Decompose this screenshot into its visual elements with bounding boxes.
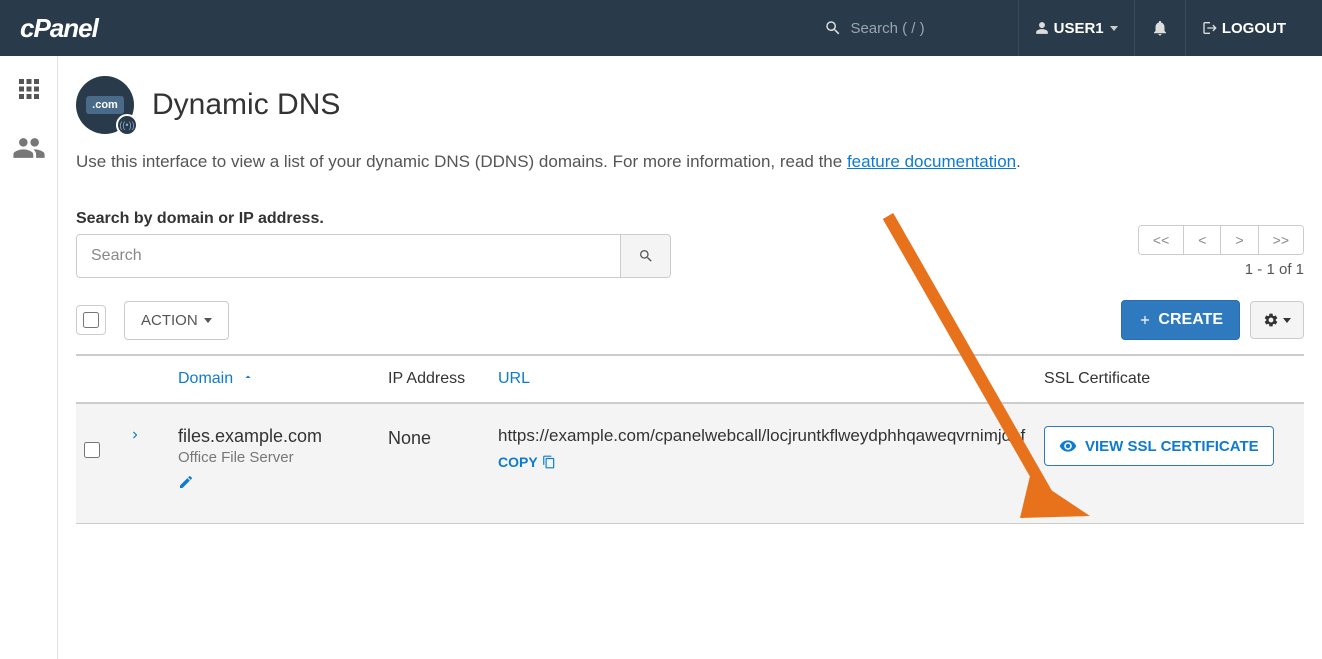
select-all-checkbox[interactable]	[83, 312, 99, 328]
page-header: .com ((•)) Dynamic DNS	[76, 76, 1304, 134]
user-icon	[1035, 21, 1049, 35]
global-search-input[interactable]	[850, 20, 1010, 37]
pagination-last[interactable]: >>	[1259, 226, 1303, 254]
pagination-prev[interactable]: <	[1184, 226, 1221, 254]
select-all-wrap[interactable]	[76, 305, 106, 335]
pagination-first[interactable]: <<	[1139, 226, 1184, 254]
copy-url-button[interactable]: COPY	[498, 454, 1044, 470]
pagination-next[interactable]: >	[1221, 226, 1258, 254]
expand-row-button[interactable]	[128, 426, 142, 446]
action-bar: ACTION CREATE	[76, 300, 1304, 356]
page-icon: .com ((•))	[76, 76, 134, 134]
action-dropdown-label: ACTION	[141, 312, 198, 329]
copy-label: COPY	[498, 454, 538, 470]
logout-icon	[1202, 20, 1218, 36]
page-icon-label: .com	[86, 96, 124, 114]
user-label: USER1	[1054, 20, 1104, 37]
row-checkbox[interactable]	[84, 442, 100, 458]
user-menu[interactable]: USER1	[1018, 0, 1133, 56]
domain-description: Office File Server	[178, 449, 388, 466]
intro-suffix: .	[1016, 152, 1021, 171]
sidebar-users-button[interactable]	[12, 131, 46, 170]
page-icon-badge: ((•))	[116, 114, 138, 136]
sort-asc-icon	[242, 371, 254, 383]
column-header-url[interactable]: URL	[498, 370, 530, 387]
domain-search-input[interactable]	[76, 234, 621, 278]
chevron-right-icon	[128, 428, 142, 442]
domains-table: Domain IP Address URL SSL Certificate fi…	[76, 356, 1304, 524]
search-section: Search by domain or IP address.	[76, 210, 671, 278]
pagination-controls: << < > >>	[1138, 225, 1304, 255]
sidebar-apps-button[interactable]	[14, 74, 44, 109]
pagination-section: << < > >> 1 - 1 of 1	[1138, 225, 1304, 278]
intro-prefix: Use this interface to view a list of you…	[76, 152, 847, 171]
users-icon	[12, 131, 46, 165]
top-navbar: cPanel USER1 LOGOUT	[0, 0, 1322, 56]
ip-address: None	[388, 426, 498, 449]
domain-search-button[interactable]	[621, 234, 671, 278]
action-dropdown[interactable]: ACTION	[124, 301, 229, 340]
global-search[interactable]	[824, 19, 1011, 37]
search-label: Search by domain or IP address.	[76, 210, 671, 228]
ddns-url: https://example.com/cpanelwebcall/locjru…	[498, 426, 1044, 446]
eye-icon	[1059, 437, 1077, 455]
copy-icon	[542, 455, 556, 469]
feature-docs-link[interactable]: feature documentation	[847, 152, 1016, 171]
view-ssl-button[interactable]: VIEW SSL CERTIFICATE	[1044, 426, 1274, 466]
create-button[interactable]: CREATE	[1121, 300, 1240, 340]
domain-name: files.example.com	[178, 426, 388, 447]
main-content: .com ((•)) Dynamic DNS Use this interfac…	[58, 56, 1322, 659]
caret-down-icon	[1283, 318, 1291, 323]
search-icon	[824, 19, 842, 37]
left-sidebar	[0, 56, 58, 659]
gear-icon	[1263, 312, 1279, 328]
search-icon	[638, 248, 654, 264]
pagination-status: 1 - 1 of 1	[1138, 261, 1304, 278]
table-row: files.example.com Office File Server Non…	[76, 404, 1304, 524]
caret-down-icon	[204, 318, 212, 323]
intro-text: Use this interface to view a list of you…	[76, 152, 1304, 172]
column-header-ip[interactable]: IP Address	[388, 370, 498, 388]
column-header-domain[interactable]: Domain	[178, 370, 254, 387]
logout-label: LOGOUT	[1222, 20, 1286, 37]
plus-icon	[1138, 313, 1152, 327]
view-ssl-label: VIEW SSL CERTIFICATE	[1085, 438, 1259, 455]
grid-icon	[14, 74, 44, 104]
notifications-button[interactable]	[1134, 0, 1185, 56]
column-header-ssl: SSL Certificate	[1044, 370, 1304, 388]
logout-button[interactable]: LOGOUT	[1185, 0, 1302, 56]
settings-button[interactable]	[1250, 301, 1304, 339]
pencil-icon	[178, 474, 194, 490]
create-button-label: CREATE	[1158, 311, 1223, 329]
page-title: Dynamic DNS	[152, 88, 340, 122]
table-header: Domain IP Address URL SSL Certificate	[76, 356, 1304, 404]
bell-icon	[1151, 19, 1169, 37]
edit-domain-button[interactable]	[178, 474, 194, 495]
caret-down-icon	[1110, 26, 1118, 31]
cpanel-logo[interactable]: cPanel	[20, 13, 98, 44]
